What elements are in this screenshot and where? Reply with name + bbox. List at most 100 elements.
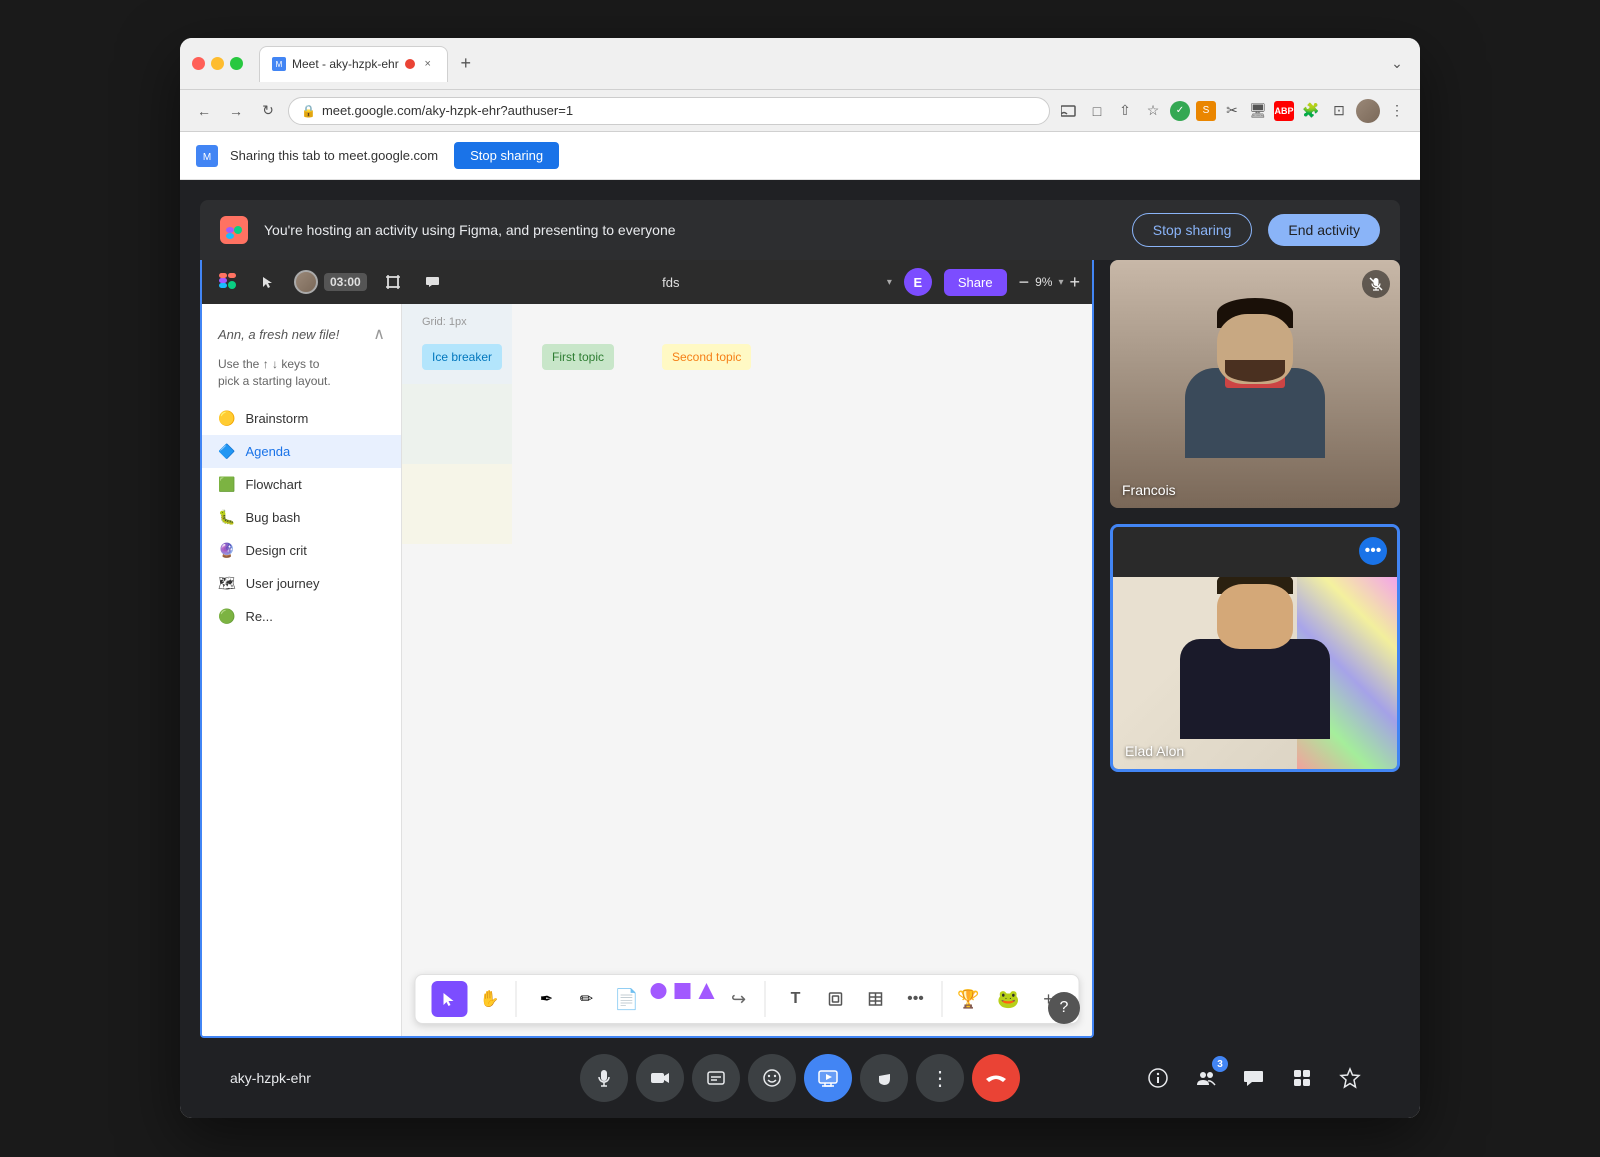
bookmark-icon[interactable]: ☆ [1142, 100, 1164, 122]
browser-menu-icon[interactable]: ⌄ [1386, 53, 1408, 75]
meet-tab[interactable]: M Meet - aky-hzpk-ehr × [259, 46, 448, 82]
figma-component-tool[interactable] [818, 981, 854, 1017]
end-activity-btn[interactable]: End activity [1268, 214, 1380, 246]
split-view-icon[interactable]: ⊡ [1328, 100, 1350, 122]
bugbash-label: Bug bash [245, 510, 300, 525]
userjourney-icon: 🗺 [218, 575, 236, 592]
maximize-window-btn[interactable] [230, 57, 243, 70]
figma-toolbar: 03:00 [202, 260, 1092, 304]
figma-circle-tool[interactable] [649, 981, 669, 1001]
chrome-menu-icon[interactable]: ⋮ [1386, 100, 1408, 122]
brainstorm-label: Brainstorm [245, 411, 308, 426]
figma-main-canvas[interactable]: Grid: 1px Ice breaker First topic Second… [402, 304, 1092, 1036]
back-btn[interactable]: ← [192, 99, 216, 123]
figma-zoom-chevron-icon: ▾ [1058, 277, 1063, 288]
host-controls-btn[interactable] [1330, 1058, 1370, 1098]
new-tab-btn[interactable]: + [452, 50, 480, 78]
figma-new-file-text: Ann, a fresh new file! [218, 327, 339, 342]
pip-icon[interactable]: □ [1086, 100, 1108, 122]
figma-table-tool[interactable] [858, 981, 894, 1017]
figma-selection-tools: ✋ [424, 981, 517, 1017]
figma-sidebar-close-icon[interactable]: ∧ [373, 324, 385, 344]
address-bar[interactable]: 🔒 meet.google.com/aky-hzpk-ehr?authuser=… [288, 97, 1050, 125]
elad-more-options-btn[interactable]: ••• [1359, 537, 1387, 565]
figma-template-agenda[interactable]: 🔷 Agenda [202, 435, 401, 468]
close-window-btn[interactable] [192, 57, 205, 70]
figma-pen-tool[interactable]: ✒ [529, 981, 565, 1017]
figma-timer-display: 03:00 [324, 273, 367, 291]
figma-filename: fds [662, 275, 679, 290]
figma-share-btn[interactable]: Share [944, 269, 1007, 296]
minimize-window-btn[interactable] [211, 57, 224, 70]
sharing-bar-icon: M [196, 145, 218, 167]
figma-template-brainstorm[interactable]: 🟡 Brainstorm [202, 402, 401, 435]
figma-frame-tool[interactable] [379, 268, 407, 296]
figma-menu-btn[interactable] [214, 268, 242, 296]
francois-beard [1225, 360, 1285, 382]
ext-scissors[interactable]: ✂ [1222, 101, 1242, 121]
ext-abp[interactable]: ABP [1274, 101, 1294, 121]
extensions-icon[interactable]: 🧩 [1300, 100, 1322, 122]
sticky-first-topic[interactable]: First topic [542, 344, 614, 370]
microphone-btn[interactable] [580, 1054, 628, 1102]
designcrit-icon: 🔮 [218, 542, 235, 559]
info-btn[interactable] [1138, 1058, 1178, 1098]
participants-panel-btn[interactable]: 3 [1186, 1058, 1226, 1098]
figma-sticky-note-tool[interactable]: 📄 [609, 981, 645, 1017]
figma-template-retro[interactable]: 🟢 Re... [202, 600, 401, 633]
camera-btn[interactable] [636, 1054, 684, 1102]
designcrit-label: Design crit [245, 543, 306, 558]
more-options-btn[interactable]: ⋮ [916, 1054, 964, 1102]
end-call-btn[interactable] [972, 1054, 1020, 1102]
figma-triangle-tool[interactable] [697, 981, 717, 1001]
tab-close-btn[interactable]: × [421, 57, 435, 71]
present-btn[interactable] [804, 1054, 852, 1102]
figma-zoom-out-btn[interactable]: − [1019, 272, 1030, 293]
figma-template-designcrit[interactable]: 🔮 Design crit [202, 534, 401, 567]
figma-cursor-tool[interactable] [432, 981, 468, 1017]
sharing-bar-text: Sharing this tab to meet.google.com [230, 148, 438, 163]
figma-rect-tool[interactable] [673, 981, 693, 1001]
francois-name: Francois [1122, 482, 1176, 498]
figma-help-btn[interactable]: ? [1048, 992, 1080, 1024]
share-icon[interactable]: ⇧ [1114, 100, 1136, 122]
sticky-ice-breaker[interactable]: Ice breaker [422, 344, 502, 370]
profile-avatar[interactable] [1356, 99, 1380, 123]
figma-text-tool[interactable]: T [778, 981, 814, 1017]
forward-btn[interactable]: → [224, 99, 248, 123]
section-first-topic [402, 384, 512, 464]
captions-btn[interactable] [692, 1054, 740, 1102]
ext-green[interactable]: ✓ [1170, 101, 1190, 121]
participants-gap [1110, 508, 1400, 524]
figma-move-tool[interactable] [254, 268, 282, 296]
stop-sharing-activity-btn[interactable]: Stop sharing [1132, 213, 1253, 247]
francois-head-area [1215, 298, 1295, 388]
emoji-btn[interactable] [748, 1054, 796, 1102]
figma-more-tools[interactable]: ••• [898, 981, 934, 1017]
reload-btn[interactable]: ↻ [256, 99, 280, 123]
browser-window: M Meet - aky-hzpk-ehr × + ⌄ ← → ↻ 🔒 meet… [180, 38, 1420, 1118]
figma-sticker1-tool[interactable]: 🏆 [951, 981, 987, 1017]
meet-bottom-bar: aky-hzpk-ehr [200, 1038, 1400, 1118]
figma-pencil-tool[interactable]: ✏ [569, 981, 605, 1017]
cast-icon[interactable] [1058, 100, 1080, 122]
figma-template-flowchart[interactable]: 🟩 Flowchart [202, 468, 401, 501]
figma-sticker2-tool[interactable]: 🐸 [991, 981, 1027, 1017]
figma-hand-tool[interactable]: ✋ [472, 981, 508, 1017]
ext-orange[interactable]: S [1196, 101, 1216, 121]
section-second-topic [402, 464, 512, 544]
activities-btn[interactable] [1282, 1058, 1322, 1098]
sticky-second-topic[interactable]: Second topic [662, 344, 751, 370]
chat-btn[interactable] [1234, 1058, 1274, 1098]
figma-zoom-in-btn[interactable]: + [1069, 272, 1080, 293]
figma-arrow-tool[interactable]: ↪ [721, 981, 757, 1017]
figma-template-userjourney[interactable]: 🗺 User journey [202, 567, 401, 600]
browser-stop-sharing-btn[interactable]: Stop sharing [454, 142, 559, 169]
agenda-icon: 🔷 [218, 443, 235, 460]
figma-comment-tool[interactable] [419, 268, 447, 296]
more-options-icon: ⋮ [930, 1066, 950, 1091]
raise-hand-btn[interactable] [860, 1054, 908, 1102]
participants-count-badge: 3 [1212, 1056, 1228, 1072]
ext-monitor[interactable]: 🖥 [1248, 101, 1268, 121]
figma-template-bugbash[interactable]: 🐛 Bug bash [202, 501, 401, 534]
